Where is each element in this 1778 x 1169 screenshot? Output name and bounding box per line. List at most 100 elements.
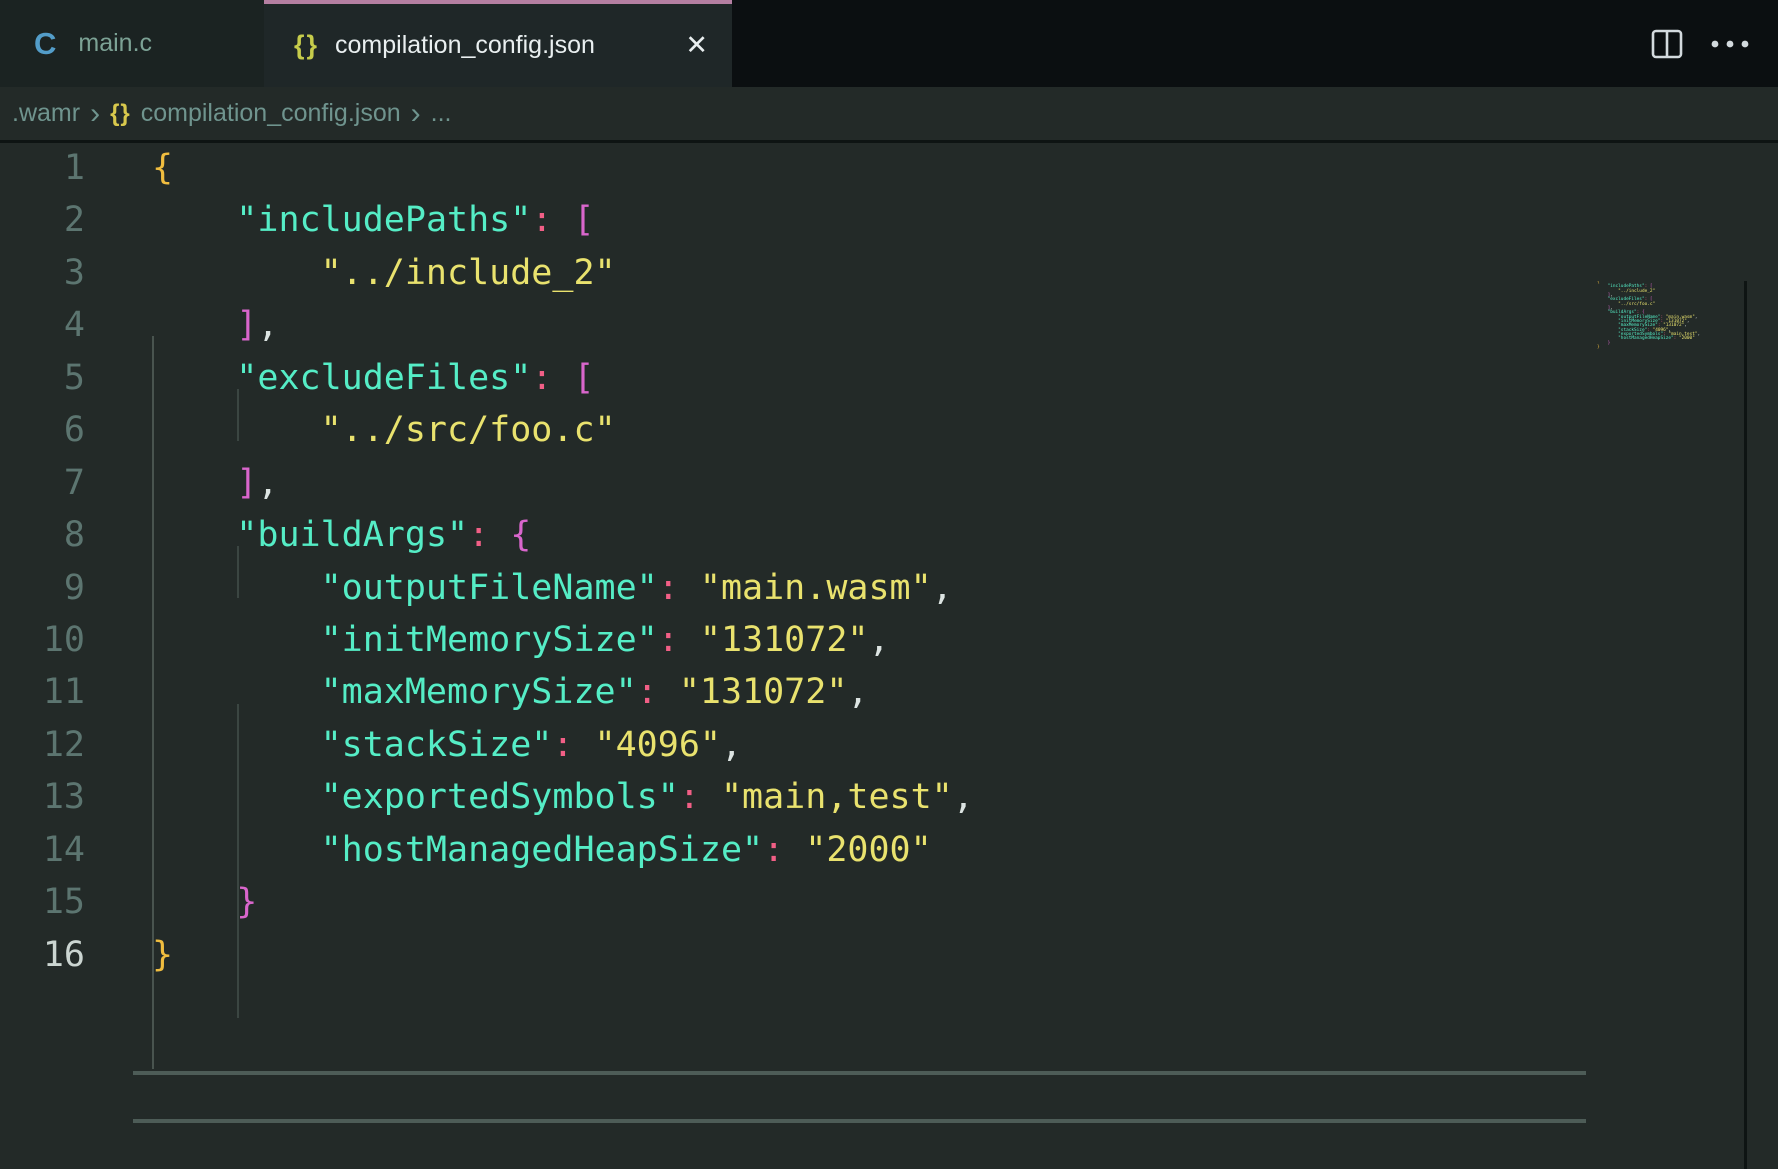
code-token: "../include_2"	[1618, 289, 1655, 294]
code-line[interactable]: 10 "initMemorySize": "131072",	[0, 614, 1778, 666]
code-token: "hostManagedHeapSize"	[1618, 336, 1674, 341]
code-token: "2000"	[1679, 336, 1695, 341]
code-line-content: }	[85, 876, 257, 928]
breadcrumb-file[interactable]: compilation_config.json	[141, 99, 401, 128]
code-token	[552, 358, 573, 398]
code-token: "main.wasm"	[700, 568, 932, 608]
code-token: }	[236, 882, 257, 922]
minimap[interactable]: { "includePaths": [ "../include_2" ], "e…	[1597, 281, 1742, 359]
code-token: :	[658, 620, 679, 660]
code-token	[152, 410, 321, 450]
code-token: "../src/foo.c"	[1618, 302, 1655, 307]
code-token: "131072"	[700, 620, 869, 660]
json-braces-icon: {}	[110, 100, 131, 128]
code-token: "exportedSymbols"	[321, 777, 679, 817]
line-number[interactable]: 13	[0, 771, 85, 823]
code-line-content: "outputFileName": "main.wasm",	[85, 562, 953, 614]
line-number[interactable]: 14	[0, 824, 85, 876]
line-number[interactable]: 7	[0, 457, 85, 509]
code-line[interactable]: 16}	[0, 929, 1778, 981]
code-line-content: "excludeFiles": [	[85, 352, 595, 404]
code-line[interactable]: 4 ],	[0, 299, 1778, 351]
code-token: ,	[1687, 319, 1690, 324]
code-line[interactable]: 1{	[0, 142, 1778, 194]
line-number[interactable]: 10	[0, 614, 85, 666]
code-token: ,	[257, 305, 278, 345]
line-number[interactable]: 9	[0, 562, 85, 614]
code-token	[152, 777, 321, 817]
tab-label: main.c	[78, 29, 152, 58]
breadcrumb: .wamr › {} compilation_config.json › ...	[0, 87, 1778, 140]
code-line[interactable]: 8 "buildArgs": {	[0, 509, 1778, 561]
line-number[interactable]: 15	[0, 876, 85, 928]
code-token: ]	[236, 463, 257, 503]
editor-actions	[1650, 0, 1750, 87]
code-token: :	[658, 568, 679, 608]
code-line[interactable]: 15 }	[0, 876, 1778, 928]
code-token: "../src/foo.c"	[321, 410, 616, 450]
code-token: ,	[1684, 323, 1687, 328]
line-number[interactable]: 1	[0, 142, 85, 194]
code-token	[679, 620, 700, 660]
code-token: }	[1597, 345, 1600, 350]
code-line-content: "maxMemorySize": "131072",	[85, 666, 868, 718]
breadcrumb-folder[interactable]: .wamr	[12, 99, 80, 128]
code-token: "main,test"	[721, 777, 953, 817]
line-number[interactable]: 2	[0, 194, 85, 246]
code-line[interactable]: 14 "hostManagedHeapSize": "2000"	[0, 824, 1778, 876]
chevron-right-icon: ›	[411, 101, 421, 126]
code-token: "4096"	[595, 725, 721, 765]
code-line[interactable]: 6 "../src/foo.c"	[0, 404, 1778, 456]
code-line[interactable]: 3 "../include_2"	[0, 247, 1778, 299]
code-line[interactable]: 2 "includePaths": [	[0, 194, 1778, 246]
more-actions-button[interactable]	[1710, 38, 1750, 50]
code-line-content: ],	[85, 457, 278, 509]
code-line[interactable]: 5 "excludeFiles": [	[0, 352, 1778, 404]
line-number[interactable]: 8	[0, 509, 85, 561]
split-editor-button[interactable]	[1650, 27, 1684, 61]
editor-pane[interactable]: 1{2 "includePaths": [3 "../include_2"4 ]…	[0, 140, 1778, 1029]
code-token	[152, 568, 321, 608]
code-token	[152, 463, 236, 503]
code-line[interactable]: 7 ],	[0, 457, 1778, 509]
line-number[interactable]: 16	[0, 929, 85, 981]
tab-bar: C main.c {} compilation_config.json ✕	[0, 0, 1778, 87]
code-token	[573, 725, 594, 765]
tab-compilation-config-json[interactable]: {} compilation_config.json ✕	[264, 0, 732, 87]
split-editor-icon	[1650, 27, 1684, 61]
line-number[interactable]: 3	[0, 247, 85, 299]
code-line[interactable]: 11 "maxMemorySize": "131072",	[0, 666, 1778, 718]
code-line[interactable]: 9 "outputFileName": "main.wasm",	[0, 562, 1778, 614]
code-token: ,	[847, 672, 868, 712]
code-lines: 1{2 "includePaths": [3 "../include_2"4 ]…	[0, 142, 1778, 981]
code-token	[152, 253, 321, 293]
code-line-content: "exportedSymbols": "main,test",	[85, 771, 974, 823]
code-token	[152, 515, 236, 555]
code-line-content: "buildArgs": {	[85, 509, 531, 561]
code-line-content: "stackSize": "4096",	[85, 719, 742, 771]
code-token	[152, 305, 236, 345]
tab-main-c[interactable]: C main.c	[0, 0, 264, 87]
code-token: "initMemorySize"	[321, 620, 658, 660]
code-line[interactable]: 12 "stackSize": "4096",	[0, 719, 1778, 771]
code-line-content: "../include_2"	[85, 247, 616, 299]
code-line-content: "includePaths": [	[85, 194, 595, 246]
line-number[interactable]: 5	[0, 352, 85, 404]
line-number[interactable]: 11	[0, 666, 85, 718]
code-line[interactable]: 13 "exportedSymbols": "main,test",	[0, 771, 1778, 823]
line-number[interactable]: 4	[0, 299, 85, 351]
code-token: :	[531, 358, 552, 398]
code-token	[152, 882, 236, 922]
code-token: ,	[868, 620, 889, 660]
code-token: [	[573, 200, 594, 240]
code-token: ,	[721, 725, 742, 765]
breadcrumb-symbol-ellipsis[interactable]: ...	[431, 99, 452, 128]
code-token	[552, 200, 573, 240]
line-number[interactable]: 12	[0, 719, 85, 771]
code-token: "../include_2"	[321, 253, 616, 293]
code-token: "hostManagedHeapSize"	[321, 830, 764, 870]
code-token: "outputFileName"	[321, 568, 658, 608]
close-tab-icon[interactable]: ✕	[685, 32, 708, 59]
code-token: "includePaths"	[236, 200, 531, 240]
line-number[interactable]: 6	[0, 404, 85, 456]
